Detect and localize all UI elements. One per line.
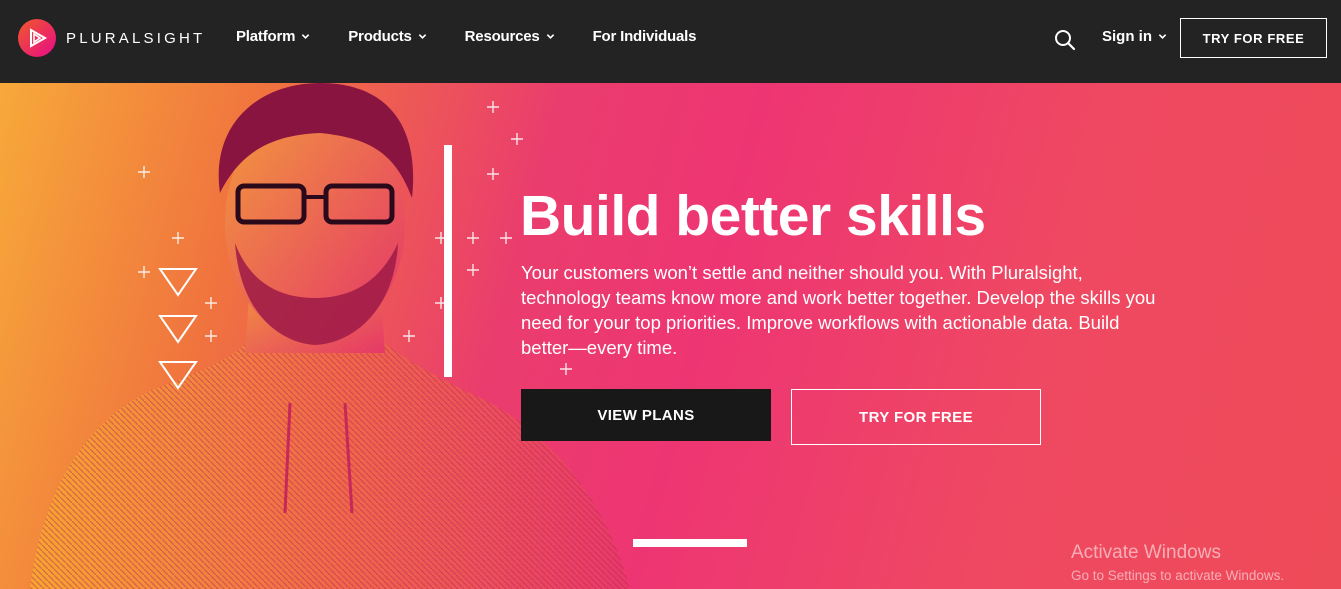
sign-in-menu[interactable]: Sign in <box>1102 28 1167 45</box>
hero-banner: Build better skills Your customers won’t… <box>0 83 1341 589</box>
search-icon[interactable] <box>1053 28 1077 52</box>
nav-item-for-individuals[interactable]: For Individuals <box>593 28 697 45</box>
nav-item-label: Platform <box>236 28 296 45</box>
top-navbar: PLURALSIGHT Platform Products Resources … <box>0 0 1341 83</box>
brand-name: PLURALSIGHT <box>66 29 206 47</box>
chevron-down-icon <box>546 34 554 39</box>
windows-activation-watermark: Activate Windows Go to Settings to activ… <box>1071 542 1284 583</box>
nav-item-label: Resources <box>464 28 540 45</box>
nav-item-products[interactable]: Products <box>348 28 426 45</box>
brand-logo[interactable]: PLURALSIGHT <box>18 19 205 57</box>
chevron-down-icon <box>418 34 426 39</box>
nav-item-label: Products <box>348 28 412 45</box>
hero-headline: Build better skills <box>520 184 986 248</box>
nav-try-for-free-button[interactable]: TRY FOR FREE <box>1180 18 1327 58</box>
watermark-subtitle: Go to Settings to activate Windows. <box>1071 568 1285 583</box>
play-triangle-logo-icon <box>18 19 56 57</box>
chevron-down-icon <box>302 34 310 39</box>
chevron-down-icon <box>1158 34 1167 39</box>
nav-item-platform[interactable]: Platform <box>236 28 310 45</box>
nav-item-label: For Individuals <box>592 28 697 45</box>
hero-try-for-free-button[interactable]: TRY FOR FREE <box>791 389 1041 445</box>
main-nav: Platform Products Resources For Individu… <box>236 28 734 45</box>
decorative-vertical-line <box>444 145 452 377</box>
hero-subtext: Your customers won’t settle and neither … <box>521 262 1156 358</box>
sign-in-label: Sign in <box>1102 28 1152 45</box>
watermark-title: Activate Windows <box>1071 542 1221 563</box>
nav-item-resources[interactable]: Resources <box>465 28 555 45</box>
view-plans-button[interactable]: VIEW PLANS <box>521 389 771 441</box>
decorative-horizontal-line <box>633 539 747 547</box>
